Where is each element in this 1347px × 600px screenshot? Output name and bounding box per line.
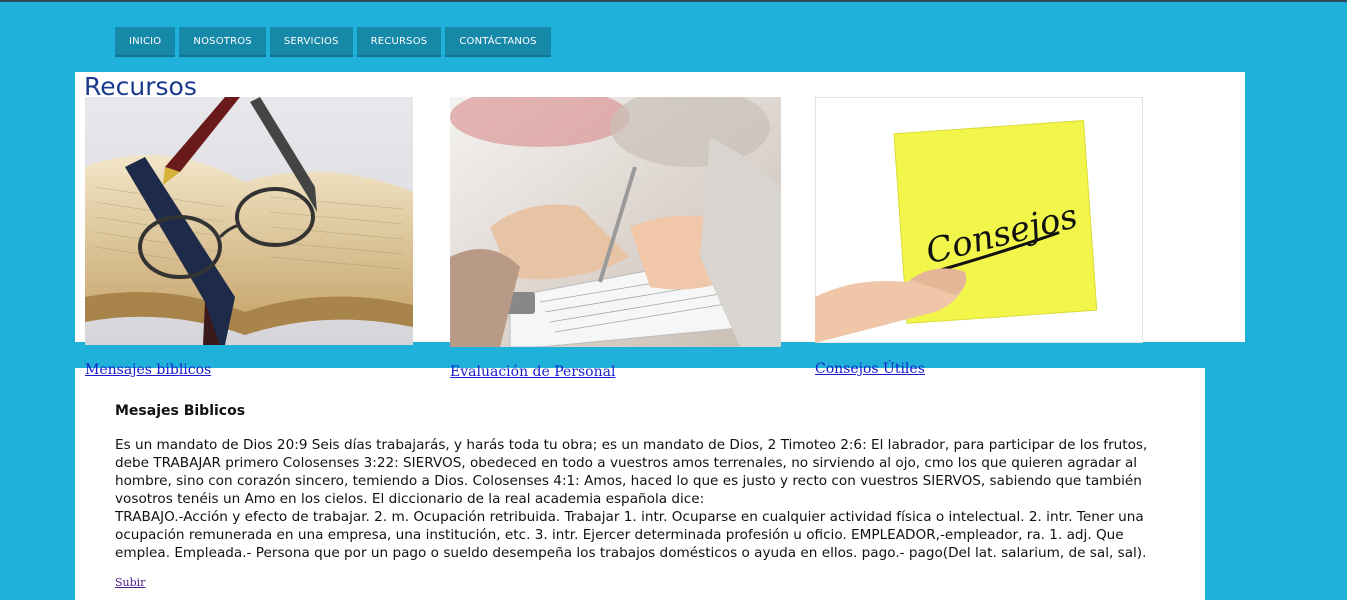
consejos-image[interactable]: Consejos — [815, 97, 1143, 343]
section-paragraph-2: TRABAJO.-Acción y efecto de trabajar. 2.… — [115, 509, 1147, 561]
link-evaluacion-personal[interactable]: Evaluación de Personal — [450, 364, 615, 380]
bible-image[interactable] — [85, 97, 413, 345]
link-mensajes-biblicos[interactable]: Mensajes biblicos — [85, 362, 211, 378]
section-title: Mesajes Biblicos — [115, 403, 246, 419]
nav-contactanos[interactable]: CONTÁCTANOS — [445, 27, 551, 57]
nav-inicio[interactable]: INICIO — [115, 27, 176, 57]
top-border — [0, 0, 1347, 2]
evaluation-image[interactable] — [450, 97, 781, 347]
nav-recursos[interactable]: RECURSOS — [356, 27, 442, 57]
nav-nosotros[interactable]: NOSOTROS — [179, 27, 266, 57]
back-to-top-link[interactable]: Subir — [115, 576, 145, 589]
nav-servicios[interactable]: SERVICIOS — [269, 27, 353, 57]
section-body: Es un mandato de Dios 20:9 Seis días tra… — [115, 436, 1175, 562]
link-consejos-utiles[interactable]: Consejos Útiles — [815, 361, 925, 377]
section-paragraph-1: Es un mandato de Dios 20:9 Seis días tra… — [115, 437, 1148, 507]
main-nav: INICIO NOSOTROS SERVICIOS RECURSOS CONTÁ… — [115, 27, 551, 57]
